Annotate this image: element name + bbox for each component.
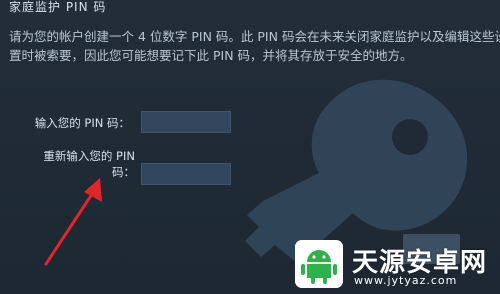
android-logo <box>295 240 343 288</box>
dialog-description: 请为您的帐户创建一个 4 位数字 PIN 码。此 PIN 码会在未来关闭家庭监护… <box>9 29 500 63</box>
pin-label: 输入您的 PIN 码： <box>34 116 130 130</box>
dialog-title: 家庭监护 PIN 码 <box>9 0 107 14</box>
watermark-url: www.jytyaz.com <box>354 274 458 287</box>
watermark: 天源安卓网 www.jytyaz.com <box>292 238 500 292</box>
family-pin-dialog: 家庭监护 PIN 码 请为您的帐户创建一个 4 位数字 PIN 码。此 PIN … <box>0 0 500 294</box>
red-arrow-annotation <box>44 178 102 266</box>
confirm-pin-input[interactable] <box>141 163 231 185</box>
confirm-pin-label-line1: 重新输入您的 PIN <box>43 149 135 163</box>
pin-input[interactable] <box>141 111 231 133</box>
